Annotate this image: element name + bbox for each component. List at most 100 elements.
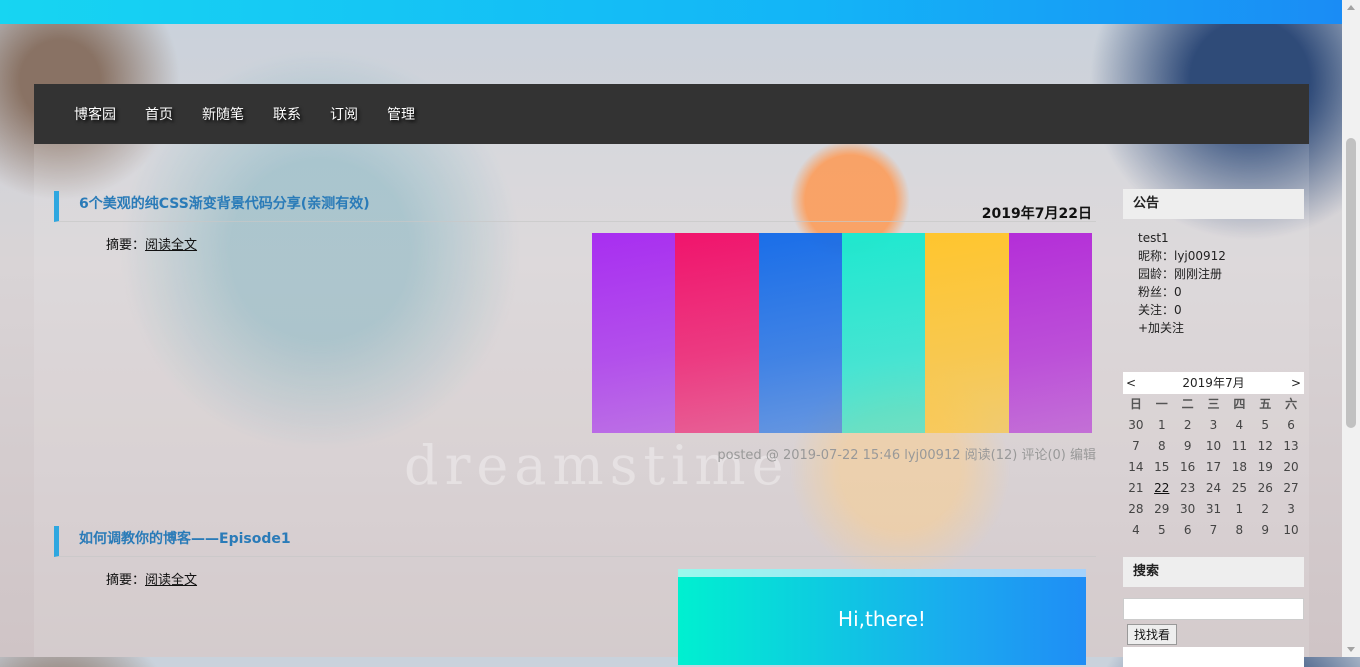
calendar-weekday: 一 (1155, 397, 1168, 411)
calendar-prev-button[interactable]: < (1126, 372, 1136, 394)
calendar-day[interactable]: 23 (1175, 478, 1201, 499)
notice-follow[interactable]: 关注：0 (1138, 301, 1304, 319)
calendar-day[interactable]: 3 (1278, 499, 1304, 520)
calendar-day[interactable]: 18 (1226, 457, 1252, 478)
calendar-weekday: 五 (1259, 397, 1272, 411)
calendar-day[interactable]: 15 (1149, 457, 1175, 478)
calendar-day[interactable]: 3 (1201, 415, 1227, 436)
notice-body: test1 昵称：lyj00912 园龄：刚刚注册 粉丝：0 关注：0 +加关注 (1123, 219, 1304, 337)
notice-nickname[interactable]: 昵称：lyj00912 (1138, 247, 1304, 265)
calendar-day[interactable]: 31 (1201, 499, 1227, 520)
calendar-day[interactable]: 17 (1201, 457, 1227, 478)
calendar-day[interactable]: 1 (1149, 415, 1175, 436)
search-button[interactable]: 找找看 (1127, 624, 1178, 645)
calendar-day[interactable]: 2 (1175, 415, 1201, 436)
calendar: < 2019年7月 > 日一二三四五六 30 1 2 3 4 5 6 7 8 9 10 11 12 13 14… (1123, 372, 1304, 541)
summary-label: 摘要： (106, 238, 146, 253)
follow-button[interactable]: +加关注 (1138, 319, 1304, 337)
post-summary: 摘要：阅读全文 (106, 234, 197, 253)
calendar-day[interactable]: 10 (1278, 520, 1304, 541)
post-title-bar: 6个美观的纯CSS渐变背景代码分享(亲测有效) (54, 191, 1096, 222)
calendar-day[interactable]: 27 (1278, 478, 1304, 499)
calendar-next-button[interactable]: > (1291, 372, 1301, 394)
post-title-bar: 如何调教你的博客——Episode1 (54, 526, 1096, 557)
post-gradient-image (592, 233, 1092, 433)
calendar-day[interactable]: 7 (1201, 520, 1227, 541)
search-input[interactable] (1123, 598, 1304, 620)
calendar-day[interactable]: 1 (1226, 499, 1252, 520)
scroll-down-icon[interactable] (1347, 647, 1355, 652)
calendar-day[interactable]: 5 (1149, 520, 1175, 541)
calendar-day[interactable]: 4 (1226, 415, 1252, 436)
calendar-day[interactable]: 16 (1175, 457, 1201, 478)
nav-item-home[interactable]: 首页 (145, 104, 173, 124)
notice-line: test1 (1138, 231, 1169, 245)
calendar-day[interactable]: 11 (1226, 436, 1252, 457)
calendar-day[interactable]: 22 (1149, 478, 1175, 499)
sidebar: 公告 test1 昵称：lyj00912 园龄：刚刚注册 粉丝：0 关注：0 +… (1123, 189, 1304, 667)
nav-item-cnblogs[interactable]: 博客园 (74, 104, 116, 124)
calendar-weekday: 日 (1129, 397, 1142, 411)
post-title-link[interactable]: 6个美观的纯CSS渐变背景代码分享(亲测有效) (79, 193, 370, 213)
gradient-stripe (841, 233, 926, 433)
next-sidebar-box (1123, 647, 1304, 667)
calendar-weekday: 六 (1285, 397, 1298, 411)
calendar-day[interactable]: 9 (1175, 436, 1201, 457)
notice-fans[interactable]: 粉丝：0 (1138, 283, 1304, 301)
post-summary: 摘要：阅读全文 (106, 569, 197, 588)
nav-item-contact[interactable]: 联系 (273, 104, 301, 124)
calendar-weekday: 三 (1207, 397, 1220, 411)
calendar-day[interactable]: 8 (1149, 436, 1175, 457)
calendar-header: < 2019年7月 > (1123, 372, 1304, 394)
notice-age[interactable]: 园龄：刚刚注册 (1138, 265, 1304, 283)
calendar-day[interactable]: 19 (1252, 457, 1278, 478)
calendar-day[interactable]: 8 (1226, 520, 1252, 541)
calendar-day[interactable]: 25 (1226, 478, 1252, 499)
calendar-grid: 日一二三四五六 30 1 2 3 4 5 6 7 8 9 10 11 12 13 14 15 16 17 18 19 20… (1123, 394, 1304, 541)
calendar-day[interactable]: 5 (1252, 415, 1278, 436)
calendar-weekday: 四 (1233, 397, 1246, 411)
notice-title: 公告 (1123, 189, 1304, 219)
post-footer: posted @ 2019-07-22 15:46 lyj00912 阅读(12… (717, 448, 1096, 463)
calendar-day[interactable]: 7 (1123, 436, 1149, 457)
calendar-day[interactable]: 28 (1123, 499, 1149, 520)
calendar-day[interactable]: 30 (1123, 415, 1149, 436)
read-more-link[interactable]: 阅读全文 (145, 573, 197, 588)
calendar-day[interactable]: 13 (1278, 436, 1304, 457)
read-more-link[interactable]: 阅读全文 (145, 238, 197, 253)
post-title-link[interactable]: 如何调教你的博客——Episode1 (79, 528, 291, 548)
calendar-day[interactable]: 20 (1278, 457, 1304, 478)
nav-item-manage[interactable]: 管理 (387, 104, 415, 124)
gradient-stripe (675, 233, 759, 433)
calendar-month-title: 2019年7月 (1182, 376, 1245, 390)
gradient-stripe (592, 233, 676, 433)
calendar-day[interactable]: 14 (1123, 457, 1149, 478)
scrollbar-thumb[interactable] (1346, 138, 1356, 428)
post-hi-image: Hi,there! (678, 569, 1086, 665)
nav-item-new-post[interactable]: 新随笔 (202, 104, 244, 124)
main-content: 6个美观的纯CSS渐变背景代码分享(亲测有效) 2019年7月22日 摘要：阅读… (34, 144, 1309, 665)
summary-label: 摘要： (106, 573, 146, 588)
scroll-up-icon[interactable] (1347, 5, 1355, 10)
calendar-day[interactable]: 10 (1201, 436, 1227, 457)
gradient-stripe (925, 233, 1009, 433)
post-date: 2019年7月22日 (981, 206, 1092, 222)
calendar-day[interactable]: 6 (1278, 415, 1304, 436)
calendar-day[interactable]: 6 (1175, 520, 1201, 541)
gradient-stripe (1008, 233, 1092, 433)
gradient-stripe (758, 233, 842, 433)
calendar-day[interactable]: 4 (1123, 520, 1149, 541)
calendar-day[interactable]: 29 (1149, 499, 1175, 520)
calendar-day[interactable]: 2 (1252, 499, 1278, 520)
calendar-day[interactable]: 9 (1252, 520, 1278, 541)
calendar-day[interactable]: 24 (1201, 478, 1227, 499)
hi-image-text: Hi,there! (838, 607, 926, 631)
calendar-day[interactable]: 12 (1252, 436, 1278, 457)
calendar-day[interactable]: 21 (1123, 478, 1149, 499)
calendar-day[interactable]: 26 (1252, 478, 1278, 499)
calendar-day[interactable]: 30 (1175, 499, 1201, 520)
calendar-weekday: 二 (1181, 397, 1194, 411)
navbar: 博客园 首页 新随笔 联系 订阅 管理 (34, 84, 1309, 144)
nav-item-subscribe[interactable]: 订阅 (330, 104, 358, 124)
vertical-scrollbar[interactable] (1342, 0, 1360, 657)
